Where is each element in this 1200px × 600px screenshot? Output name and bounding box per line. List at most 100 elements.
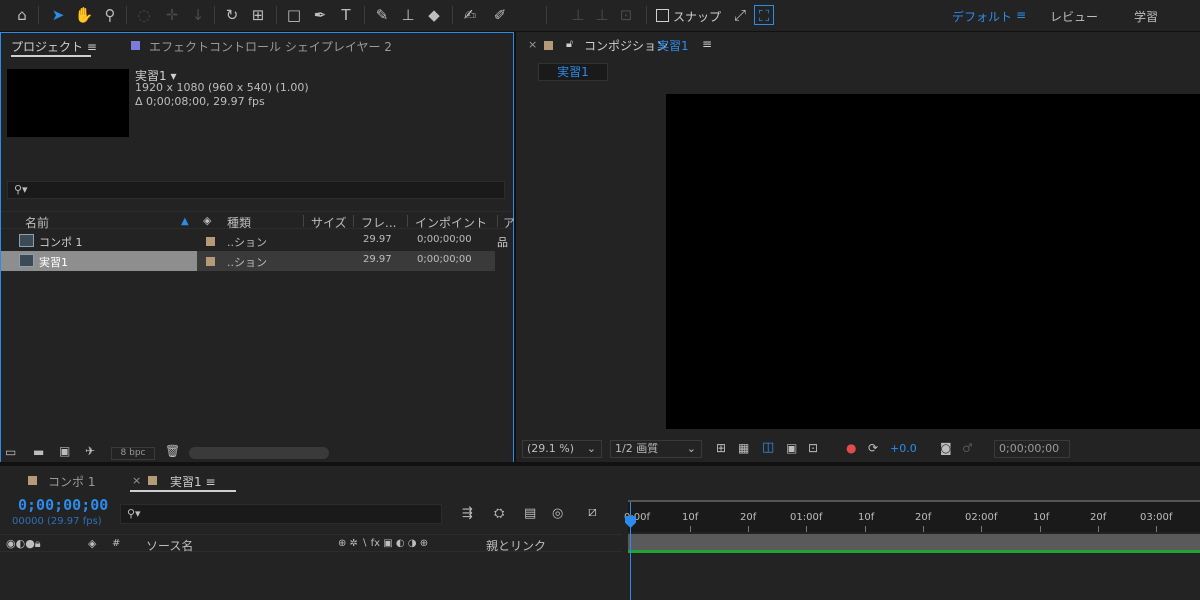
snap-options-icon[interactable]: ⤢	[730, 5, 750, 25]
exposure-value[interactable]: +0.0	[890, 442, 917, 455]
toolbar-divider	[452, 6, 453, 24]
new-composition-icon[interactable]: ▣	[59, 444, 70, 458]
workspace-review[interactable]: レビュー	[1050, 8, 1098, 25]
time-ruler[interactable]: 0:00f 10f 20f 01:00f 10f 20f 02:00f 10f …	[624, 502, 1200, 532]
ruler-label: 10f	[682, 512, 699, 523]
region-of-interest-icon[interactable]: ▣	[786, 441, 797, 455]
label-color-swatch[interactable]	[206, 257, 215, 266]
project-search-input[interactable]: ⚲▾	[7, 181, 505, 199]
column-size[interactable]: サイズ	[311, 214, 347, 231]
tab-composition-prefix[interactable]: コンポジション	[584, 37, 668, 54]
motion-blur-icon[interactable]: ◎	[552, 506, 563, 521]
orbit-tool-icon[interactable]: ◌	[134, 5, 154, 25]
color-management-icon[interactable]: ⟳	[868, 441, 878, 455]
parent-link-header[interactable]: 親とリンク	[486, 537, 546, 554]
workspace-menu-icon[interactable]: ≡	[1016, 8, 1026, 22]
column-divider	[407, 215, 408, 227]
ruler-label: 10f	[1033, 512, 1050, 523]
fast-preview-icon[interactable]: ⊞	[716, 441, 726, 455]
pen-tool-icon[interactable]: ✒	[310, 5, 330, 25]
av-switches-icon[interactable]: ◉◐●🔒︎	[6, 537, 41, 551]
bit-depth-button[interactable]: 8 bpc	[111, 447, 155, 460]
brush-tool-icon[interactable]: ✎	[372, 5, 392, 25]
local-axis-icon[interactable]: ⊥	[568, 5, 588, 25]
column-name[interactable]: 名前	[25, 214, 49, 231]
tab-composition-name[interactable]: 実習1	[657, 37, 689, 54]
composition-icon	[19, 234, 34, 247]
project-item-row-selected[interactable]: 実習1 ..ション 29.97 0;00;00;00	[1, 251, 495, 271]
current-time-field[interactable]: 0;00;00;00	[994, 440, 1070, 458]
frame-blending-icon[interactable]: ▤	[524, 506, 536, 521]
column-divider	[497, 215, 498, 227]
column-type[interactable]: 種類	[227, 214, 251, 231]
snap-checkbox[interactable]	[656, 9, 669, 22]
zoom-tool-icon[interactable]: ⚲	[100, 5, 120, 25]
label-tag-icon[interactable]: ◈	[203, 214, 211, 227]
roto-brush-tool-icon[interactable]: ✍	[460, 5, 480, 25]
home-icon[interactable]: ⌂	[12, 5, 32, 25]
selection-tool-icon[interactable]: ➤	[48, 5, 68, 25]
world-axis-icon[interactable]: ⊥	[592, 5, 612, 25]
label-color-swatch[interactable]	[206, 237, 215, 246]
layer-switches-header[interactable]: ⊕ ✲ ∖ fx ▣ ◐ ◑ ⊕	[338, 538, 428, 549]
layer-track-bar[interactable]	[628, 534, 1200, 550]
grid-guide-icon[interactable]: ⊡	[808, 441, 818, 455]
ruler-tick	[981, 526, 982, 532]
tab-project[interactable]: プロジェクト ≡	[11, 38, 97, 55]
snapshot-camera-icon[interactable]: ◙	[940, 441, 952, 455]
render-queue-icon[interactable]: ✈	[85, 444, 95, 458]
horizontal-scrollbar[interactable]	[189, 447, 329, 459]
viewer-comp-tab[interactable]: 実習1	[538, 63, 608, 81]
label-tag-icon[interactable]: ◈	[88, 537, 96, 550]
eraser-tool-icon[interactable]: ◆	[424, 5, 444, 25]
ruler-label: 10f	[858, 512, 875, 523]
close-icon[interactable]: ×	[528, 38, 537, 51]
timeline-search-input[interactable]: ⚲▾	[120, 504, 442, 524]
dolly-tool-icon[interactable]: ↓	[188, 5, 208, 25]
tab-menu-icon[interactable]: ≡	[702, 37, 712, 51]
column-in-point[interactable]: インポイント	[415, 214, 487, 231]
composition-mini-flowchart-icon[interactable]: ⇶	[462, 506, 473, 521]
pan-tool-icon[interactable]: ✛	[162, 5, 182, 25]
rotate-tool-icon[interactable]: ↻	[222, 5, 242, 25]
lock-icon[interactable]: 🔓︎	[566, 37, 573, 51]
ruler-tick	[690, 526, 691, 532]
transparency-grid-icon[interactable]: ▦	[738, 441, 749, 455]
graph-editor-icon[interactable]: ⧄	[588, 504, 597, 520]
snap-target-icon[interactable]: ⛶	[754, 5, 774, 25]
current-timecode[interactable]: 0;00;00;00	[18, 496, 108, 514]
column-frame-rate[interactable]: フレ...	[361, 214, 396, 231]
trash-icon[interactable]: 🗑	[165, 444, 180, 458]
mask-visibility-icon[interactable]: ◫	[762, 440, 774, 455]
resolution-dropdown[interactable]: 1/2 画質 ⌄	[610, 440, 702, 458]
channel-icon[interactable]: ●	[846, 441, 856, 455]
tab-comp-1[interactable]: コンポ 1	[48, 473, 95, 490]
sort-ascending-icon[interactable]: ▲	[181, 216, 189, 227]
workspace-learn[interactable]: 学習	[1134, 8, 1158, 25]
view-axis-icon[interactable]: ⊡	[616, 5, 636, 25]
anchor-point-tool-icon[interactable]: ⊞	[248, 5, 268, 25]
show-snapshot-icon[interactable]: ♂	[962, 441, 973, 455]
source-name-header[interactable]: ソース名	[146, 537, 193, 554]
draft-3d-icon[interactable]: ⛭	[494, 506, 504, 521]
clone-stamp-tool-icon[interactable]: ⊥	[398, 5, 418, 25]
workspace-default[interactable]: デフォルト	[952, 8, 1012, 25]
interpret-footage-icon[interactable]: ▭	[5, 445, 16, 459]
hand-tool-icon[interactable]: ✋	[74, 5, 94, 25]
flowchart-icon[interactable]: 品	[497, 234, 508, 250]
tab-effect-controls[interactable]: エフェクトコントロール シェイプレイヤー 2	[149, 38, 392, 55]
type-tool-icon[interactable]: T	[336, 5, 356, 25]
tab-active-underline	[130, 490, 236, 492]
magnification-dropdown[interactable]: (29.1 %) ⌄	[522, 440, 602, 458]
comp-thumbnail	[7, 69, 129, 137]
close-icon[interactable]: ×	[132, 474, 141, 487]
tab-jisshu-1[interactable]: 実習1 ≡	[170, 473, 216, 490]
search-icon: ⚲▾	[127, 507, 141, 520]
item-in-point: 0;00;00;00	[417, 254, 472, 265]
puppet-pin-tool-icon[interactable]: ✐	[490, 5, 510, 25]
resolution-value: 1/2 画質	[615, 442, 659, 455]
composition-viewer[interactable]	[666, 94, 1200, 429]
new-folder-icon[interactable]: ▬	[33, 445, 44, 459]
project-item-row[interactable]: コンポ 1 ..ション 29.97 0;00;00;00 品	[1, 231, 508, 251]
rectangle-tool-icon[interactable]: □	[284, 5, 304, 25]
